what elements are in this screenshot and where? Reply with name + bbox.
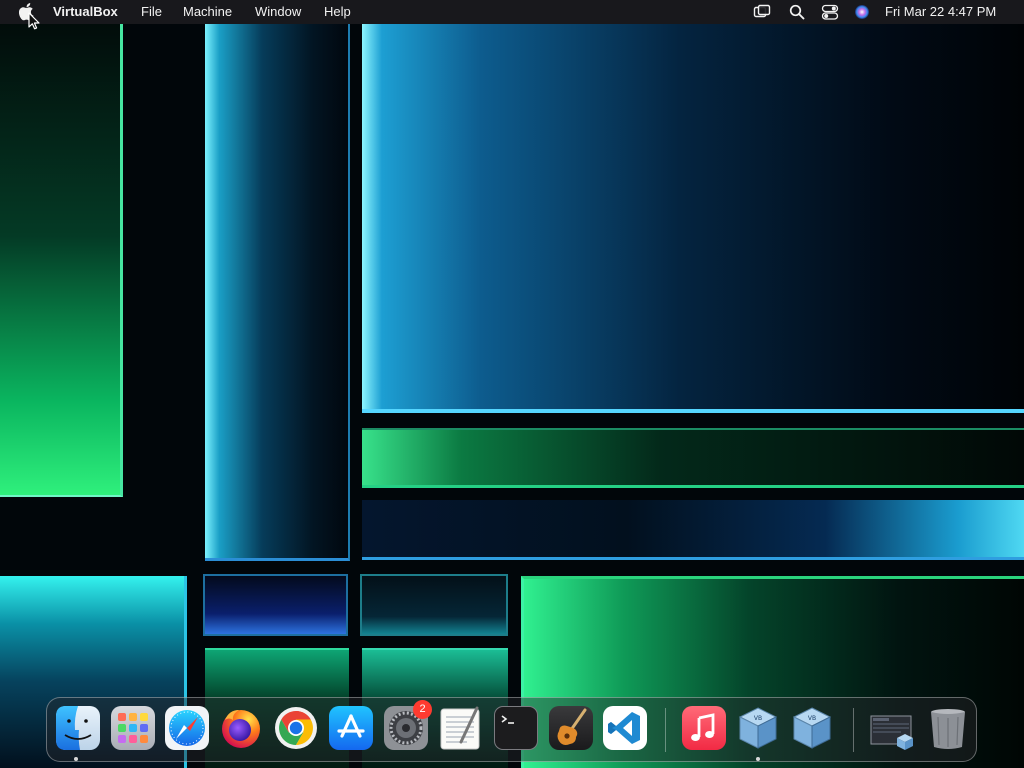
dock-separator xyxy=(853,708,854,752)
textedit-icon xyxy=(440,706,480,750)
dock-item-system-settings[interactable]: 2 xyxy=(384,700,432,750)
wallpaper-panel xyxy=(362,500,1024,560)
downloads-stack-icon xyxy=(870,715,913,750)
siri-icon[interactable] xyxy=(853,3,871,21)
firefox-icon xyxy=(222,710,260,748)
menu-machine[interactable]: Machine xyxy=(183,4,232,20)
wallpaper-panel xyxy=(0,24,123,497)
notification-badge: 2 xyxy=(413,700,432,719)
dock-item-music[interactable] xyxy=(682,706,726,750)
virtualbox-vm-icon: VB xyxy=(792,707,832,749)
mouse-pointer-icon xyxy=(28,12,40,30)
menu-help[interactable]: Help xyxy=(324,4,351,20)
menu-app-name[interactable]: VirtualBox xyxy=(53,4,118,20)
dock: 2 VB VB xyxy=(46,697,977,762)
trash-icon xyxy=(931,709,965,749)
chrome-icon xyxy=(275,707,317,749)
music-icon xyxy=(691,713,715,741)
dock-item-finder[interactable] xyxy=(56,706,100,750)
menu-bar-clock[interactable]: Fri Mar 22 4:47 PM xyxy=(885,4,996,20)
virtualbox-icon: VB xyxy=(738,707,778,749)
dock-item-trash[interactable] xyxy=(926,706,970,750)
launchpad-icon xyxy=(118,713,148,743)
finder-icon xyxy=(56,706,100,750)
dock-item-launchpad[interactable] xyxy=(111,706,155,750)
menu-window[interactable]: Window xyxy=(255,4,301,20)
dock-separator xyxy=(665,708,666,752)
wallpaper-panel xyxy=(362,428,1024,488)
control-center-icon[interactable] xyxy=(821,3,839,21)
dock-item-safari[interactable] xyxy=(165,706,209,750)
svg-text:VB: VB xyxy=(808,715,816,722)
menu-bar: VirtualBox File Machine Window Help Fri … xyxy=(0,0,1024,24)
wallpaper-panel xyxy=(205,24,350,561)
dock-item-virtualbox[interactable]: VB xyxy=(736,706,780,750)
dock-item-terminal[interactable] xyxy=(494,706,538,750)
dock-item-stack[interactable] xyxy=(869,706,913,750)
safari-icon xyxy=(169,710,205,746)
desktop-wallpaper xyxy=(0,0,1024,768)
wallpaper-panel xyxy=(203,574,348,636)
spotlight-search-icon[interactable] xyxy=(788,3,806,21)
dock-item-chrome[interactable] xyxy=(274,706,318,750)
screen-mirroring-icon[interactable] xyxy=(753,3,771,21)
menu-file[interactable]: File xyxy=(141,4,162,20)
dock-item-garageband[interactable] xyxy=(549,706,593,750)
wallpaper-panel xyxy=(360,574,508,636)
dock-item-virtualbox-vm[interactable]: VB xyxy=(790,706,834,750)
svg-text:VB: VB xyxy=(754,715,762,722)
app-store-icon xyxy=(337,714,365,738)
vscode-icon xyxy=(608,712,640,744)
dock-item-vscode[interactable] xyxy=(603,706,647,750)
dock-item-textedit[interactable] xyxy=(439,706,483,750)
terminal-icon xyxy=(501,715,514,724)
dock-item-firefox[interactable] xyxy=(219,706,263,750)
wallpaper-panel xyxy=(362,24,1024,413)
virtualbox-running-indicator xyxy=(756,757,760,761)
finder-running-indicator xyxy=(74,757,78,761)
garageband-icon xyxy=(557,708,587,745)
dock-item-app-store[interactable] xyxy=(329,706,373,750)
